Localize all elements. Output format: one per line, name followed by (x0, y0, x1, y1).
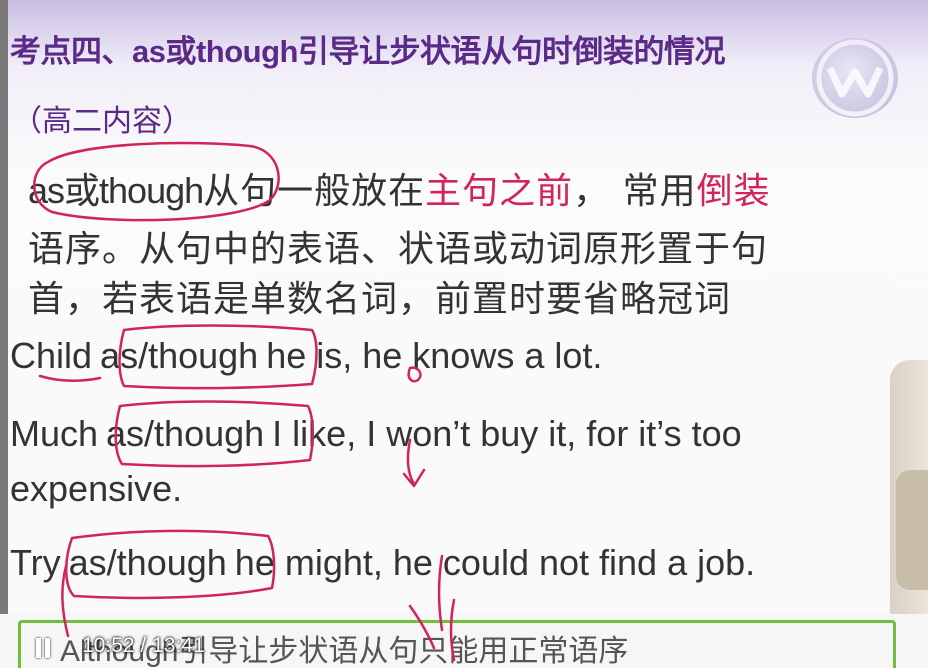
presenter-arm (896, 470, 928, 590)
example-sentence-3: Try as/though he might, he could not find … (10, 542, 756, 583)
slide-title: 考点四、as或though引导让步状语从句时倒装的情况 (10, 34, 726, 70)
video-player[interactable]: 考点四、as或though引导让步状语从句时倒装的情况 （高二内容） as或th… (0, 0, 928, 668)
example-sentence-2-cont: expensive. (10, 468, 183, 509)
rule-line-1: as或though从句一般放在主句之前， 常用倒装 (28, 170, 771, 212)
rule-line-2: 语序。从句中的表语、状语或动词原形置于句 (28, 229, 769, 270)
video-frame-slide: 考点四、as或though引导让步状语从句时倒装的情况 （高二内容） as或th… (0, 0, 928, 668)
slide-subtitle: （高二内容） (12, 104, 192, 139)
rule-line-3: 首，若表语是单数名词，前置时要省略冠词 (28, 279, 732, 320)
playback-controls: 10:52 / 13:41 (0, 624, 240, 668)
time-display: 10:52 / 13:41 (82, 634, 205, 657)
pause-icon[interactable] (34, 638, 52, 658)
school-logo-icon (812, 38, 898, 118)
example-sentence-1: Child as/though he is, he knows a lot. (10, 335, 603, 376)
example-sentence-2: Much as/though I like, I won’t buy it, for… (10, 413, 742, 454)
frame-edge (0, 0, 8, 668)
